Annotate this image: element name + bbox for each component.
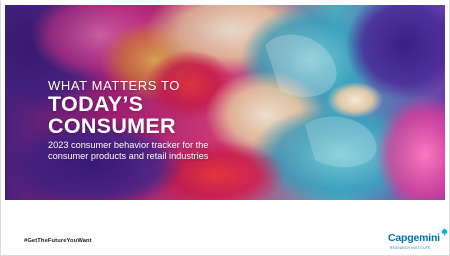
capgemini-logo: Capgemini RESEARCH INSTITUTE <box>388 228 448 250</box>
cover-title-block: WHAT MATTERS TO TODAY’S CONSUMER 2023 co… <box>48 78 248 162</box>
capgemini-logo-tagline: RESEARCH INSTITUTE <box>390 246 431 250</box>
report-cover-slide: WHAT MATTERS TO TODAY’S CONSUMER 2023 co… <box>0 0 450 256</box>
cover-subtitle-line-1: 2023 consumer behavior tracker for the <box>48 140 209 150</box>
campaign-hashtag: #GetTheFutureYouWant <box>24 238 92 244</box>
capgemini-logo-wordmark: Capgemini <box>388 232 440 244</box>
cover-kicker: WHAT MATTERS TO <box>48 78 181 93</box>
cover-headline-line-2: CONSUMER <box>48 114 176 138</box>
slide-border-left <box>0 0 1 256</box>
cover-subtitle-line-2: consumer products and retail industries <box>48 151 209 161</box>
cover-headline-line-1: TODAY’S <box>48 92 144 116</box>
spade-icon <box>441 228 448 236</box>
cover-subtitle: 2023 consumer behavior tracker for the c… <box>48 140 248 162</box>
